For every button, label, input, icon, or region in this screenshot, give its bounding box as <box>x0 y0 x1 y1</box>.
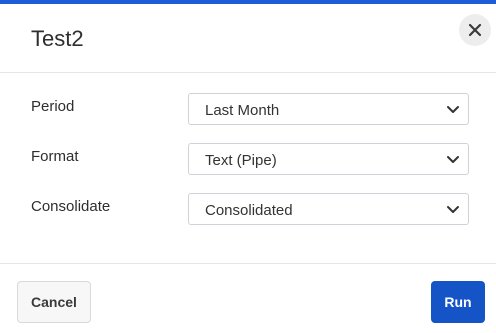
field-row-format: Format Text (Pipe) <box>0 143 496 177</box>
report-dialog: Test2 Period Last Month Format Text (Pip… <box>0 4 496 332</box>
field-row-consolidate: Consolidate Consolidated <box>0 193 496 227</box>
format-select[interactable]: Text (Pipe) <box>188 143 469 175</box>
close-icon <box>468 23 482 37</box>
close-button[interactable] <box>459 14 491 46</box>
dialog-title: Test2 <box>31 26 84 51</box>
dialog-footer: Cancel Run <box>0 263 496 333</box>
chevron-down-icon <box>447 206 459 213</box>
run-button[interactable]: Run <box>431 281 485 323</box>
cancel-button[interactable]: Cancel <box>17 281 91 323</box>
period-label: Period <box>31 98 75 115</box>
field-row-period: Period Last Month <box>0 93 496 127</box>
consolidate-label: Consolidate <box>31 198 111 215</box>
format-select-value: Text (Pipe) <box>205 152 277 169</box>
period-select[interactable]: Last Month <box>188 93 469 125</box>
format-label: Format <box>31 148 79 165</box>
period-select-value: Last Month <box>205 102 280 119</box>
consolidate-select-value: Consolidated <box>205 202 293 219</box>
dialog-header: Test2 <box>0 4 496 73</box>
chevron-down-icon <box>447 106 459 113</box>
consolidate-select[interactable]: Consolidated <box>188 193 469 225</box>
chevron-down-icon <box>447 156 459 163</box>
